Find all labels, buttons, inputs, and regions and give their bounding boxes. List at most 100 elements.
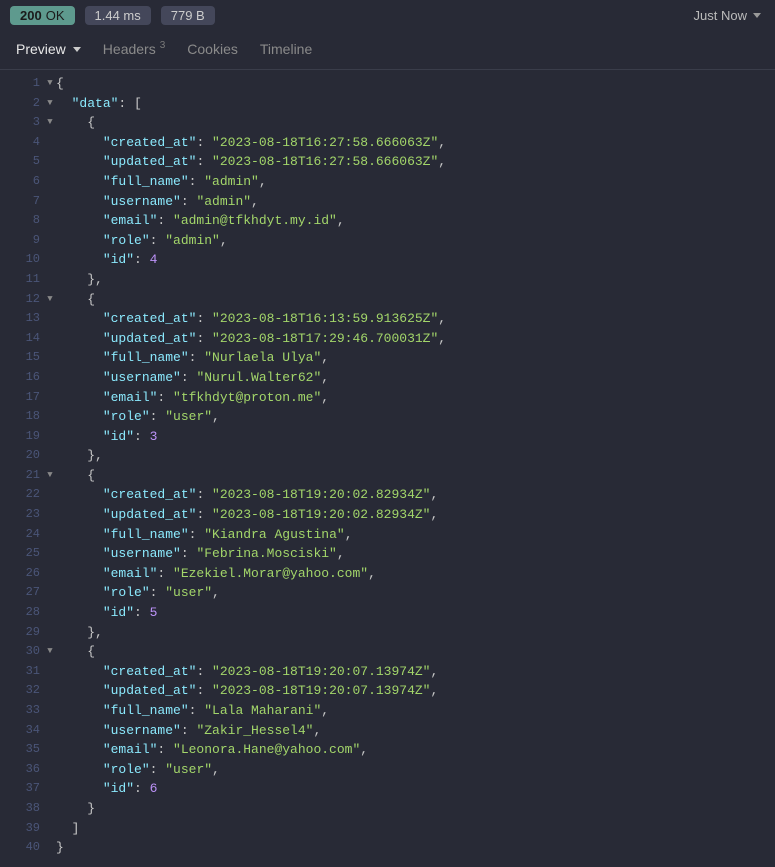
line-number: 32 xyxy=(0,681,44,701)
response-tabs: Preview Headers3 Cookies Timeline xyxy=(0,31,775,70)
code-content: "data": [ xyxy=(56,94,775,114)
code-line: 38 } xyxy=(0,799,775,819)
fold-toggle-icon xyxy=(44,348,56,368)
code-content: "updated_at": "2023-08-18T16:27:58.66606… xyxy=(56,152,775,172)
line-number: 10 xyxy=(0,250,44,270)
fold-toggle-icon xyxy=(44,740,56,760)
fold-toggle-icon[interactable]: ▼ xyxy=(44,113,56,133)
code-line: 23 "updated_at": "2023-08-18T19:20:02.82… xyxy=(0,505,775,525)
code-line: 32 "updated_at": "2023-08-18T19:20:07.13… xyxy=(0,681,775,701)
code-content: ] xyxy=(56,819,775,839)
tab-headers[interactable]: Headers3 xyxy=(103,41,165,57)
code-line: 21▼ { xyxy=(0,466,775,486)
code-content: "role": "user", xyxy=(56,583,775,603)
code-content: "username": "Nurul.Walter62", xyxy=(56,368,775,388)
line-number: 24 xyxy=(0,525,44,545)
line-number: 27 xyxy=(0,583,44,603)
caret-down-icon xyxy=(73,47,81,52)
line-number: 36 xyxy=(0,760,44,780)
code-content: "updated_at": "2023-08-18T19:20:02.82934… xyxy=(56,505,775,525)
tab-timeline-label: Timeline xyxy=(260,41,312,57)
json-viewer[interactable]: 1▼{2▼ "data": [3▼ {4 "created_at": "2023… xyxy=(0,70,775,866)
fold-toggle-icon[interactable]: ▼ xyxy=(44,466,56,486)
code-line: 30▼ { xyxy=(0,642,775,662)
code-line: 31 "created_at": "2023-08-18T19:20:07.13… xyxy=(0,662,775,682)
code-line: 35 "email": "Leonora.Hane@yahoo.com", xyxy=(0,740,775,760)
code-line: 27 "role": "user", xyxy=(0,583,775,603)
fold-toggle-icon xyxy=(44,270,56,290)
fold-toggle-icon[interactable]: ▼ xyxy=(44,290,56,310)
line-number: 31 xyxy=(0,662,44,682)
status-pill: 200 OK xyxy=(10,6,75,25)
fold-toggle-icon xyxy=(44,799,56,819)
code-content: "full_name": "admin", xyxy=(56,172,775,192)
tab-cookies-label: Cookies xyxy=(187,41,238,57)
code-line: 20 }, xyxy=(0,446,775,466)
line-number: 15 xyxy=(0,348,44,368)
fold-toggle-icon xyxy=(44,544,56,564)
line-number: 14 xyxy=(0,329,44,349)
tab-cookies[interactable]: Cookies xyxy=(187,41,238,57)
line-number: 20 xyxy=(0,446,44,466)
time-ago-dropdown[interactable]: Just Now xyxy=(690,6,765,25)
code-line: 33 "full_name": "Lala Maharani", xyxy=(0,701,775,721)
fold-toggle-icon xyxy=(44,446,56,466)
code-content: "username": "Zakir_Hessel4", xyxy=(56,721,775,741)
line-number: 39 xyxy=(0,819,44,839)
fold-toggle-icon xyxy=(44,583,56,603)
code-content: "username": "admin", xyxy=(56,192,775,212)
code-line: 3▼ { xyxy=(0,113,775,133)
line-number: 5 xyxy=(0,152,44,172)
code-content: "email": "Ezekiel.Morar@yahoo.com", xyxy=(56,564,775,584)
fold-toggle-icon[interactable]: ▼ xyxy=(44,74,56,94)
code-line: 1▼{ xyxy=(0,74,775,94)
code-content: "created_at": "2023-08-18T16:13:59.91362… xyxy=(56,309,775,329)
code-line: 4 "created_at": "2023-08-18T16:27:58.666… xyxy=(0,133,775,153)
code-line: 29 }, xyxy=(0,623,775,643)
fold-toggle-icon xyxy=(44,779,56,799)
fold-toggle-icon xyxy=(44,172,56,192)
code-content: }, xyxy=(56,446,775,466)
line-number: 26 xyxy=(0,564,44,584)
line-number: 37 xyxy=(0,779,44,799)
code-content: { xyxy=(56,642,775,662)
code-line: 17 "email": "tfkhdyt@proton.me", xyxy=(0,388,775,408)
fold-toggle-icon xyxy=(44,623,56,643)
tab-preview-label: Preview xyxy=(16,41,66,57)
code-line: 19 "id": 3 xyxy=(0,427,775,447)
size-pill: 779 B xyxy=(161,6,215,25)
fold-toggle-icon xyxy=(44,760,56,780)
fold-toggle-icon xyxy=(44,564,56,584)
code-content: }, xyxy=(56,623,775,643)
code-content: "role": "user", xyxy=(56,407,775,427)
fold-toggle-icon xyxy=(44,427,56,447)
fold-toggle-icon xyxy=(44,329,56,349)
code-content: "full_name": "Kiandra Agustina", xyxy=(56,525,775,545)
fold-toggle-icon xyxy=(44,231,56,251)
line-number: 6 xyxy=(0,172,44,192)
line-number: 11 xyxy=(0,270,44,290)
line-number: 17 xyxy=(0,388,44,408)
fold-toggle-icon[interactable]: ▼ xyxy=(44,642,56,662)
line-number: 13 xyxy=(0,309,44,329)
line-number: 40 xyxy=(0,838,44,858)
code-content: "email": "admin@tfkhdyt.my.id", xyxy=(56,211,775,231)
code-line: 36 "role": "user", xyxy=(0,760,775,780)
status-code: 200 xyxy=(20,8,42,23)
line-number: 21 xyxy=(0,466,44,486)
fold-toggle-icon[interactable]: ▼ xyxy=(44,94,56,114)
code-line: 25 "username": "Febrina.Mosciski", xyxy=(0,544,775,564)
tab-preview[interactable]: Preview xyxy=(16,41,81,57)
line-number: 25 xyxy=(0,544,44,564)
status-bar: 200 OK 1.44 ms 779 B Just Now xyxy=(0,0,775,31)
code-content: } xyxy=(56,799,775,819)
line-number: 35 xyxy=(0,740,44,760)
code-content: { xyxy=(56,113,775,133)
line-number: 18 xyxy=(0,407,44,427)
tab-timeline[interactable]: Timeline xyxy=(260,41,312,57)
code-content: "id": 5 xyxy=(56,603,775,623)
code-line: 10 "id": 4 xyxy=(0,250,775,270)
code-line: 2▼ "data": [ xyxy=(0,94,775,114)
fold-toggle-icon xyxy=(44,152,56,172)
code-line: 14 "updated_at": "2023-08-18T17:29:46.70… xyxy=(0,329,775,349)
